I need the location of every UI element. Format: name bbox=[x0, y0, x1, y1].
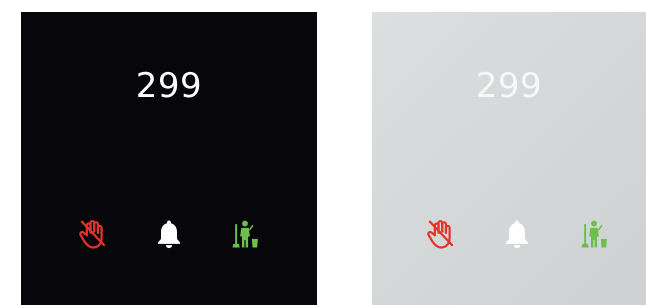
keycard-panel-dark: 299 bbox=[21, 12, 317, 305]
do-not-disturb-icon[interactable] bbox=[78, 218, 108, 250]
bell-icon[interactable] bbox=[154, 218, 184, 250]
room-number: 299 bbox=[135, 66, 203, 106]
housekeeping-icon[interactable] bbox=[230, 218, 260, 250]
do-not-disturb-icon[interactable] bbox=[426, 218, 456, 250]
keycard-panel-light: 299 bbox=[372, 12, 646, 305]
housekeeping-icon[interactable] bbox=[579, 218, 609, 250]
bell-icon[interactable] bbox=[502, 218, 532, 250]
room-number: 299 bbox=[475, 66, 543, 106]
